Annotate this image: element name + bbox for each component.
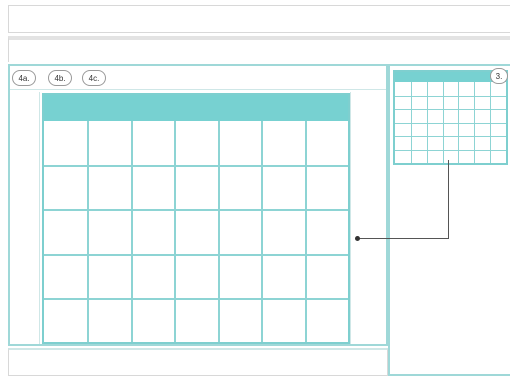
mini-calendar-row-line (395, 136, 506, 137)
month-calendar-header (44, 95, 348, 121)
month-calendar-row-line (44, 165, 348, 167)
month-calendar-column-line (218, 121, 220, 342)
month-calendar-row-line (44, 298, 348, 300)
mini-calendar-row-line (395, 96, 506, 97)
right-gutter (350, 92, 386, 344)
month-calendar-column-line (305, 121, 307, 342)
left-gutter (10, 92, 40, 344)
connector-endpoint-dot (355, 236, 360, 241)
month-calendar-row-line (44, 254, 348, 256)
tab-4a[interactable]: 4a. (12, 70, 36, 86)
toolbar-bar (8, 36, 510, 62)
mini-calendar-row-line (395, 109, 506, 110)
mini-calendar-row-line (395, 123, 506, 124)
month-calendar-column-line (131, 121, 133, 342)
month-calendar-column-line (87, 121, 89, 342)
connector-vertical (448, 160, 449, 238)
month-calendar-column-line (261, 121, 263, 342)
callout-3-badge: 3. (490, 68, 508, 84)
connector-horizontal (358, 238, 449, 239)
month-calendar-column-line (174, 121, 176, 342)
month-calendar-row-line (44, 209, 348, 211)
title-bar (8, 5, 510, 33)
tab-4b[interactable]: 4b. (48, 70, 72, 86)
tab-4c[interactable]: 4c. (82, 70, 106, 86)
status-bar (8, 348, 388, 376)
mini-calendar-row-line (395, 150, 506, 151)
